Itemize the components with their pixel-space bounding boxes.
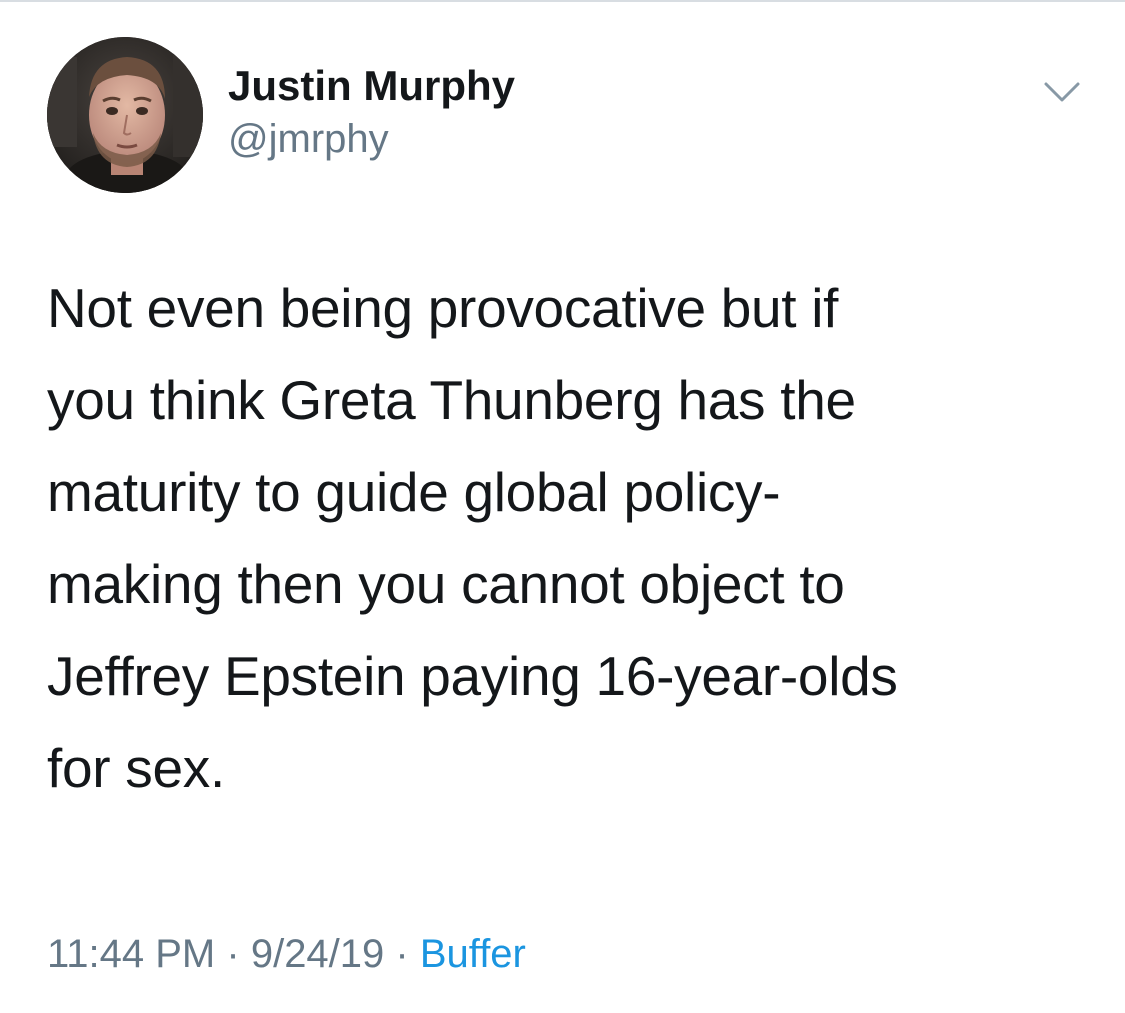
author-display-name[interactable]: Justin Murphy bbox=[228, 60, 515, 112]
tweet-date[interactable]: 9/24/19 bbox=[251, 932, 384, 976]
meta-separator-dot: · bbox=[395, 932, 409, 976]
author-handle[interactable]: @jmrphy bbox=[228, 114, 389, 164]
meta-separator-dot: · bbox=[226, 932, 240, 976]
tweet-text-line: making then you cannot object to bbox=[47, 553, 845, 615]
tweet-text-line: Jeffrey Epstein paying 16-year-olds bbox=[47, 645, 898, 707]
tweet-time[interactable]: 11:44 PM bbox=[47, 932, 215, 976]
tweet-text-line: maturity to guide global policy- bbox=[47, 461, 781, 523]
tweet-menu-button[interactable] bbox=[1040, 74, 1084, 110]
tweet-text: Not even being provocative but if you th… bbox=[47, 262, 1087, 814]
tweet-card: Justin Murphy @jmrphy Not even being pro… bbox=[0, 0, 1125, 1013]
tweet-source-link[interactable]: Buffer bbox=[420, 932, 526, 976]
tweet-meta: 11:44 PM · 9/24/19 · Buffer bbox=[47, 926, 526, 982]
tweet-text-line: you think Greta Thunberg has the bbox=[47, 369, 856, 431]
meta-separator: · bbox=[226, 932, 250, 976]
author-avatar[interactable] bbox=[47, 37, 203, 193]
meta-separator: · bbox=[395, 932, 419, 976]
avatar-photo-icon bbox=[47, 37, 203, 193]
tweet-text-line: Not even being provocative but if bbox=[47, 277, 839, 339]
tweet-text-line: for sex. bbox=[47, 737, 225, 799]
chevron-down-icon bbox=[1044, 82, 1080, 102]
